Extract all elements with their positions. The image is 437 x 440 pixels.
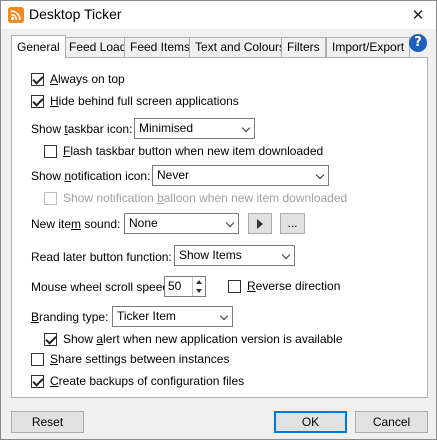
scroll-speed-value: 50 [168, 279, 182, 293]
always-on-top-checkbox[interactable] [31, 72, 44, 86]
browse-sound-button[interactable]: ... [280, 213, 305, 234]
arrow-down-icon[interactable] [196, 289, 202, 293]
notification-icon-select[interactable]: Never [152, 165, 329, 186]
cancel-button[interactable]: Cancel [355, 411, 428, 433]
chevron-down-icon [241, 123, 251, 133]
hide-fullscreen-label: Hide behind full screen applications [50, 94, 239, 108]
flash-taskbar-label: Flash taskbar button when new item downl… [63, 144, 324, 158]
flash-taskbar-option[interactable]: Flash taskbar button when new item downl… [44, 141, 323, 161]
new-item-sound-label: New item sound: [31, 217, 121, 231]
scroll-speed-label: Mouse wheel scroll speed: [31, 280, 173, 294]
rss-icon [8, 7, 24, 23]
chevron-down-icon [219, 311, 229, 321]
reverse-direction-option[interactable]: Reverse direction [228, 276, 340, 296]
branding-type-value: Ticker Item [117, 309, 176, 323]
tab-text-and-colours[interactable]: Text and Colours [189, 37, 292, 57]
create-backups-option[interactable]: Create backups of configuration files [31, 371, 244, 391]
flash-taskbar-checkbox[interactable] [44, 144, 57, 158]
title-bar: Desktop Ticker ✕ [1, 1, 436, 29]
play-icon [257, 219, 263, 229]
chevron-down-icon [315, 170, 325, 180]
chevron-down-icon [281, 250, 291, 260]
play-sound-button[interactable] [248, 213, 272, 234]
notification-balloon-checkbox[interactable] [44, 191, 57, 205]
notification-icon-value: Never [157, 168, 190, 182]
new-item-sound-select[interactable]: None [124, 213, 239, 234]
tab-filters[interactable]: Filters [281, 37, 326, 57]
scroll-speed-stepper[interactable]: 50 [164, 276, 206, 297]
tab-general[interactable]: General [11, 35, 66, 58]
branding-type-label: Branding type: [31, 310, 109, 324]
read-later-value: Show Items [179, 248, 242, 262]
share-settings-checkbox[interactable] [31, 352, 44, 366]
window-title: Desktop Ticker [29, 6, 122, 22]
general-panel: Always on top Hide behind full screen ap… [11, 57, 428, 398]
show-alert-option[interactable]: Show alert when new application version … [44, 329, 343, 349]
reset-button[interactable]: Reset [11, 411, 84, 433]
reverse-direction-label: Reverse direction [247, 279, 341, 293]
show-alert-label: Show alert when new application version … [63, 332, 343, 346]
create-backups-checkbox[interactable] [31, 374, 44, 388]
always-on-top-option[interactable]: Always on top [31, 69, 125, 89]
notification-balloon-option[interactable]: Show notification balloon when new item … [44, 188, 347, 208]
branding-type-select[interactable]: Ticker Item [112, 306, 233, 327]
ok-button[interactable]: OK [274, 411, 347, 433]
tab-feed-load[interactable]: Feed Load [63, 37, 133, 57]
create-backups-label: Create backups of configuration files [50, 374, 245, 388]
close-button[interactable]: ✕ [400, 1, 436, 29]
share-settings-label: Share settings between instances [50, 352, 230, 366]
share-settings-option[interactable]: Share settings between instances [31, 349, 229, 369]
stepper-arrows[interactable] [192, 277, 205, 296]
tab-import-export[interactable]: Import/Export [326, 37, 411, 57]
read-later-label: Read later button function: [31, 250, 172, 264]
hide-fullscreen-checkbox[interactable] [31, 94, 44, 108]
arrow-up-icon[interactable] [196, 280, 202, 284]
help-icon[interactable]: ? [409, 34, 427, 52]
notification-icon-label: Show notification icon: [31, 169, 151, 183]
tab-feed-items[interactable]: Feed Items [124, 37, 197, 57]
reverse-direction-checkbox[interactable] [228, 279, 241, 293]
notification-balloon-label: Show notification balloon when new item … [63, 191, 348, 205]
taskbar-icon-value: Minimised [139, 121, 194, 135]
chevron-down-icon [225, 218, 235, 228]
show-alert-checkbox[interactable] [44, 332, 57, 346]
new-item-sound-value: None [129, 216, 158, 230]
always-on-top-label: Always on top [50, 72, 125, 86]
taskbar-icon-label: Show taskbar icon: [31, 122, 133, 136]
hide-fullscreen-option[interactable]: Hide behind full screen applications [31, 91, 239, 111]
taskbar-icon-select[interactable]: Minimised [134, 118, 255, 139]
settings-window: Desktop Ticker ✕ General Feed Load Feed … [0, 0, 437, 440]
close-icon: ✕ [411, 7, 425, 24]
read-later-select[interactable]: Show Items [174, 245, 295, 266]
tab-bar: General Feed Load Feed Items Text and Co… [11, 35, 428, 58]
